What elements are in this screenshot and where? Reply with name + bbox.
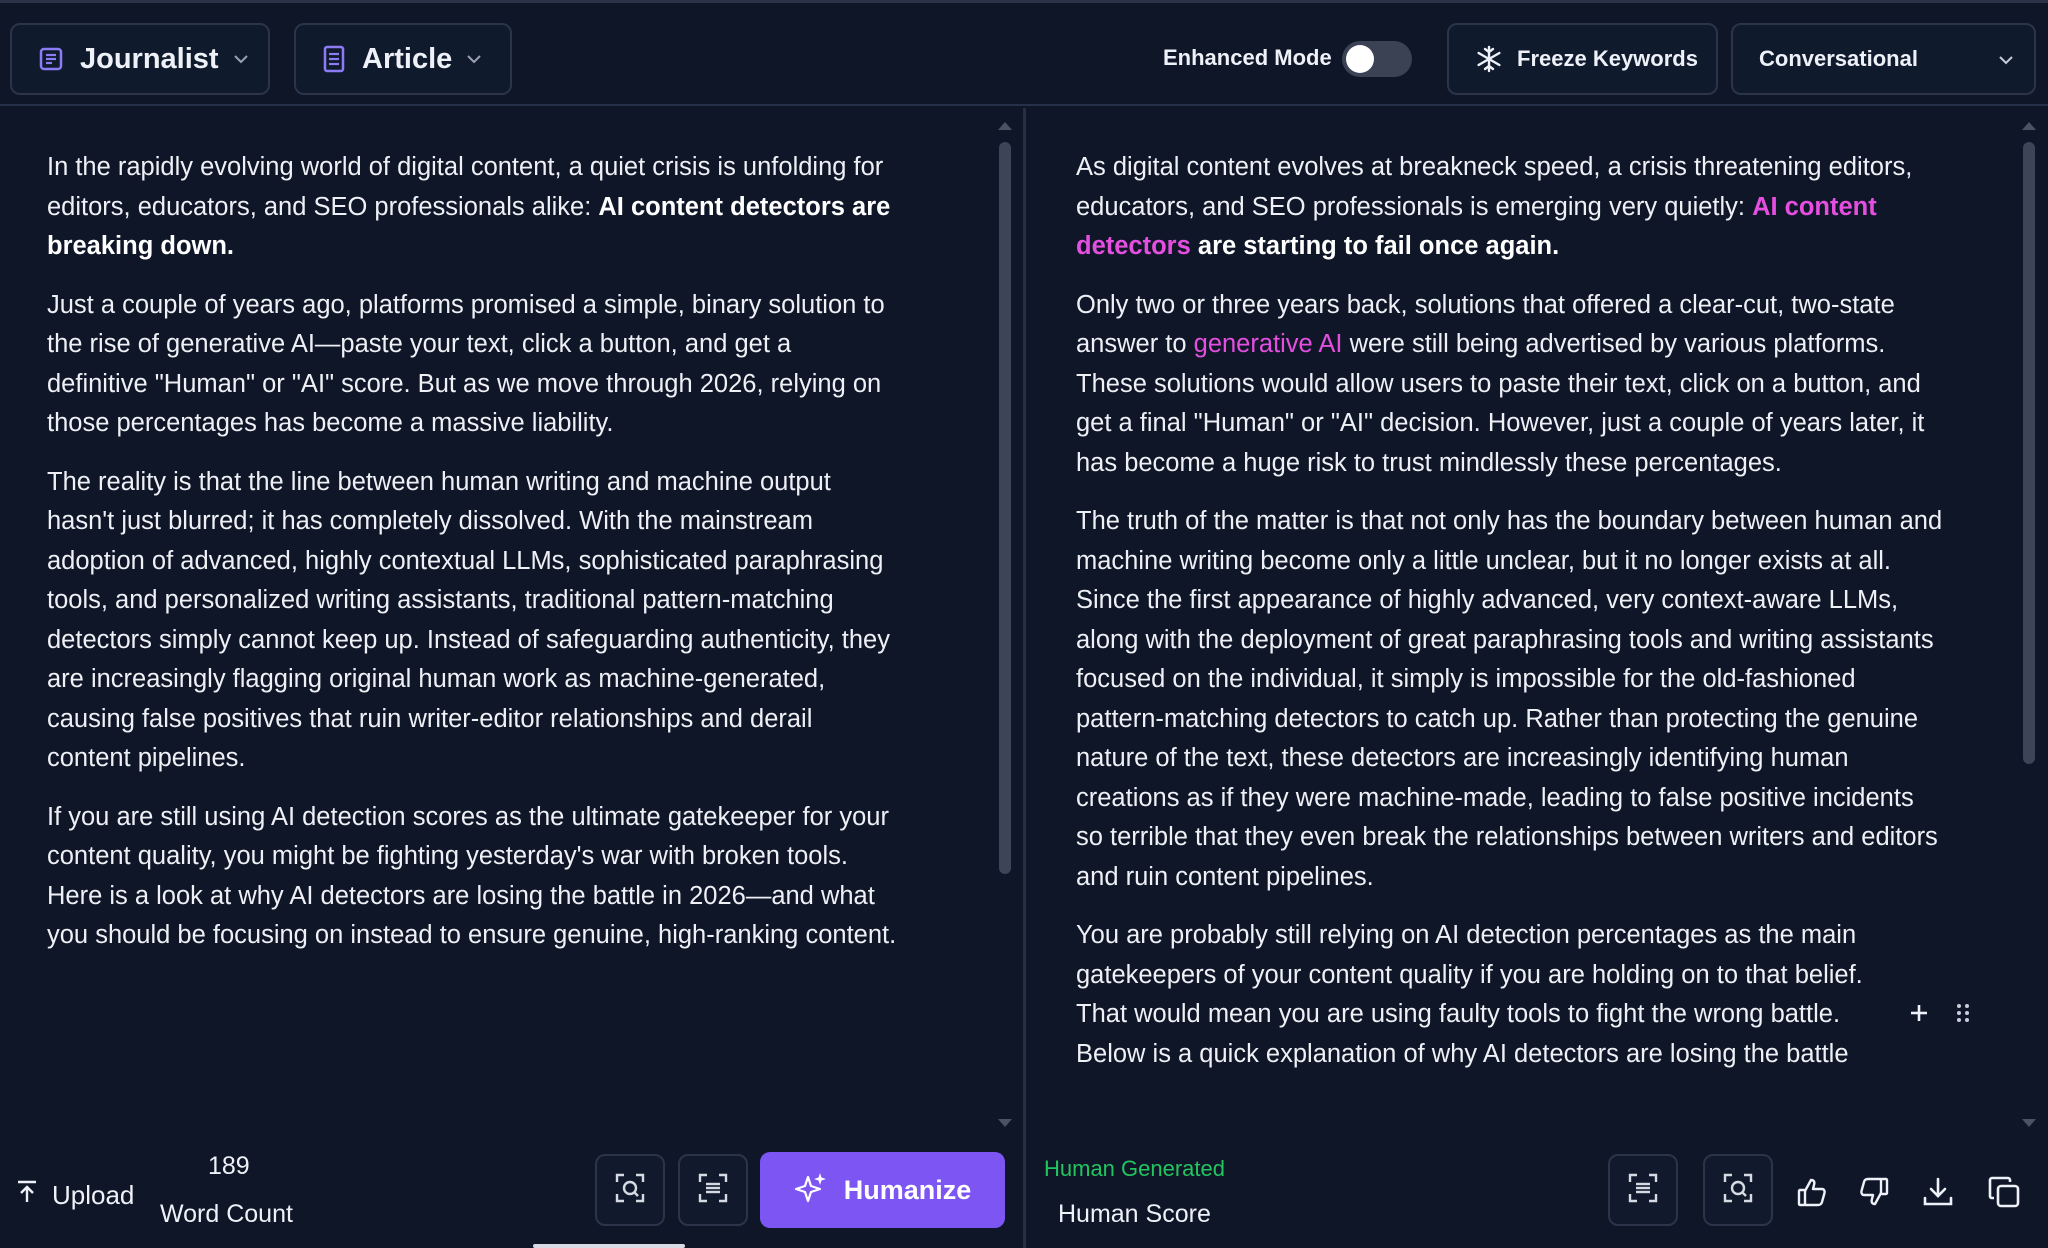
scroll-up-arrow[interactable] [2022,122,2036,130]
word-count-label: Word Count [160,1200,293,1228]
scroll-down-arrow[interactable] [2022,1119,2036,1127]
output-paragraph: Only two or three years back, solutions … [1076,286,1946,484]
thumbs-up-icon[interactable] [1792,1172,1832,1212]
resize-handle[interactable] [533,1244,685,1248]
document-icon [38,46,64,72]
top-toolbar: Journalist Article Enhanced Mode Freeze … [0,0,2048,106]
chevron-down-icon [233,54,249,64]
toggle-knob [1346,45,1374,73]
output-paragraph: The truth of the matter is that not only… [1076,507,1943,891]
rescan-button[interactable] [1608,1154,1678,1226]
upload-button[interactable]: Upload [16,1180,134,1211]
persona-label: Journalist [80,42,219,75]
output-paragraph: You are probably still relying on AI det… [1076,921,1863,1068]
input-pane: In the rapidly evolving world of digital… [0,108,1023,1248]
freeze-keywords-label: Freeze Keywords [1517,46,1698,71]
text-scan-icon [697,1172,729,1209]
output-pane: As digital content evolves at breakneck … [1026,108,2048,1248]
add-block-icon[interactable] [1906,1000,1932,1026]
detect-button[interactable] [678,1154,748,1226]
upload-icon [16,1180,52,1211]
output-footer: Human Generated Human Score [1026,1136,2048,1248]
output-text-view[interactable]: As digital content evolves at breakneck … [1076,148,1946,1130]
input-paragraph: The reality is that the line between hum… [47,467,890,773]
chevron-down-icon [466,54,482,64]
scroll-up-arrow[interactable] [998,122,1012,130]
chevron-down-icon [1998,55,2014,65]
content-type-dropdown[interactable]: Article [294,23,512,95]
content-type-label: Article [362,42,453,75]
output-paragraph: As digital content evolves at breakneck … [1076,148,1946,267]
freeze-keywords-button[interactable]: Freeze Keywords [1447,23,1718,95]
download-icon[interactable] [1918,1172,1958,1212]
scroll-down-arrow[interactable] [998,1119,1012,1127]
enhanced-mode-toggle[interactable] [1342,41,1412,77]
check-ai-button[interactable] [1703,1154,1773,1226]
input-paragraph: Just a couple of years ago, platforms pr… [47,290,885,438]
scan-button[interactable] [595,1154,665,1226]
output-paragraph-bold: are starting to fail once again. [1190,232,1560,260]
tone-dropdown[interactable]: Conversational [1731,23,2036,95]
input-scrollbar-thumb[interactable] [999,142,1011,874]
input-text-editor[interactable]: In the rapidly evolving world of digital… [47,148,897,975]
input-footer: Upload 189 Word Count Humanize [0,1136,1023,1248]
thumbs-down-icon[interactable] [1854,1172,1894,1212]
output-scrollbar-thumb[interactable] [2023,142,2035,764]
word-count-value: 189 [208,1152,250,1180]
upload-label: Upload [52,1180,135,1210]
sparkle-icon [794,1171,844,1210]
highlighted-keyword: generative AI [1193,330,1343,358]
persona-dropdown[interactable]: Journalist [10,23,270,95]
enhanced-mode-label: Enhanced Mode [1163,45,1332,70]
human-score-label: Human Score [1058,1200,1211,1228]
status-badge: Human Generated [1044,1156,1225,1181]
drag-handle-icon[interactable] [1950,1000,1976,1026]
text-scan-icon [1627,1172,1659,1209]
snowflake-icon [1475,45,1503,73]
humanize-label: Humanize [843,1174,972,1205]
scan-icon [1722,1172,1754,1209]
input-paragraph: If you are still using AI detection scor… [47,802,897,950]
scan-icon [614,1172,646,1209]
input-paragraph: In the rapidly evolving world of digital… [47,148,897,267]
tone-label: Conversational [1759,46,1918,71]
article-icon [322,45,346,73]
copy-icon[interactable] [1984,1172,2024,1212]
humanize-button[interactable]: Humanize [760,1152,1005,1228]
